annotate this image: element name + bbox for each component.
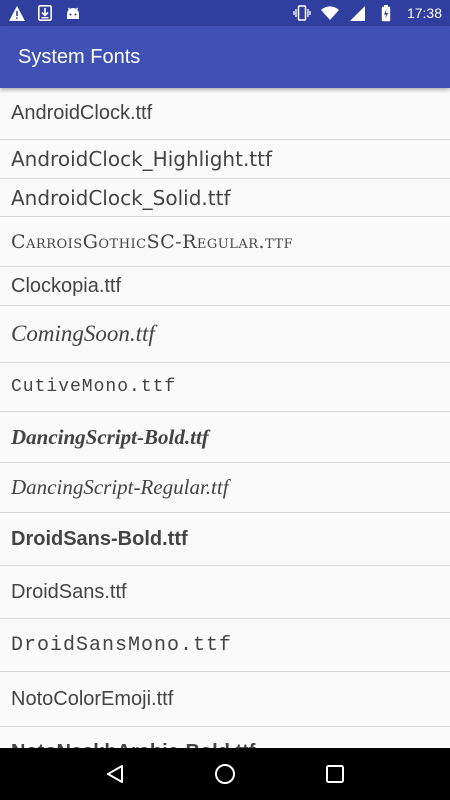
list-item-androidclock[interactable]: AndroidClock.ttf [0, 88, 450, 140]
battery-icon [377, 4, 395, 22]
status-left-icons [8, 4, 82, 22]
wifi-icon [320, 4, 339, 22]
font-list[interactable]: AndroidClock.ttf AndroidClock_Highlight.… [0, 88, 450, 748]
list-item-carroisgothicsc[interactable]: CarroisGothicSC-Regular.ttf [0, 217, 450, 267]
warning-icon [8, 4, 26, 22]
list-item-droidsansmono[interactable]: DroidSansMono.ttf [0, 619, 450, 672]
list-item-dancingscript-bold[interactable]: DancingScript-Bold.ttf [0, 412, 450, 463]
recents-icon[interactable] [315, 754, 355, 794]
back-icon[interactable] [95, 754, 135, 794]
android-icon [64, 4, 82, 22]
list-item-cutivemono[interactable]: CutiveMono.ttf [0, 363, 450, 412]
list-item-notonaskharabic-bold[interactable]: NotoNaskhArabic-Bold.ttf [0, 727, 450, 748]
list-item-droidsans-bold[interactable]: DroidSans-Bold.ttf [0, 513, 450, 566]
list-item-droidsans[interactable]: DroidSans.ttf [0, 566, 450, 619]
vibrate-icon [293, 4, 311, 22]
list-item-androidclock-highlight[interactable]: AndroidClock_Highlight.ttf [0, 140, 450, 179]
signal-icon [349, 4, 367, 22]
download-icon [36, 4, 54, 22]
list-item-notocoloremoji[interactable]: NotoColorEmoji.ttf [0, 672, 450, 727]
page-title: System Fonts [18, 45, 141, 68]
list-item-androidclock-solid[interactable]: AndroidClock_Solid.ttf [0, 179, 450, 217]
home-icon[interactable] [205, 754, 245, 794]
list-item-dancingscript-regular[interactable]: DancingScript-Regular.ttf [0, 463, 450, 513]
navigation-bar [0, 748, 450, 800]
status-bar: 17:38 [0, 0, 450, 26]
list-item-comingsoon[interactable]: ComingSoon.ttf [0, 306, 450, 363]
status-right-icons: 17:38 [293, 4, 442, 22]
status-time: 17:38 [406, 5, 442, 21]
list-item-clockopia[interactable]: Clockopia.ttf [0, 267, 450, 306]
app-bar: System Fonts [0, 26, 450, 88]
